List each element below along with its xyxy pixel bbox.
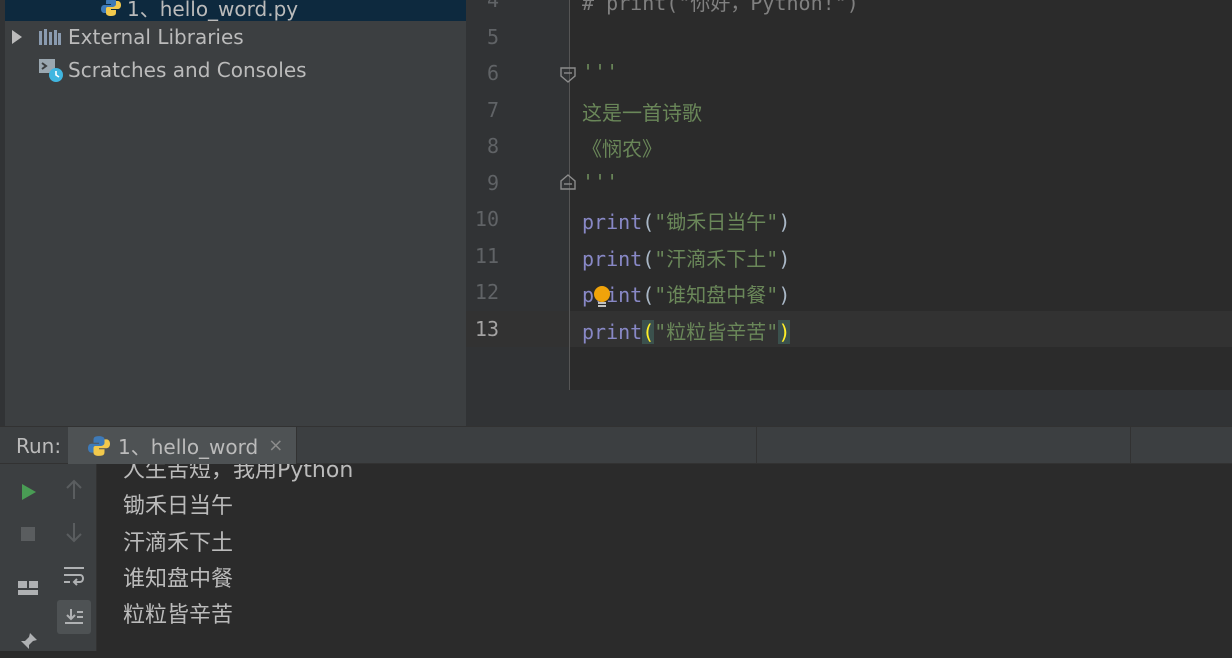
code-line[interactable]: 这是一首诗歌 bbox=[582, 97, 702, 126]
current-line-highlight bbox=[466, 311, 1232, 347]
tree-item-hello-word[interactable]: 1、hello_word.py bbox=[5, 0, 466, 21]
close-icon[interactable]: × bbox=[268, 435, 283, 456]
play-icon bbox=[22, 484, 36, 500]
run-tab-title: 1、hello_word bbox=[118, 435, 259, 459]
header-divider bbox=[1130, 427, 1131, 464]
console-output-line: 粒粒皆辛苦 bbox=[123, 603, 234, 629]
code-line[interactable]: print("谁知盘中餐") bbox=[582, 279, 790, 308]
arrow-down-icon bbox=[66, 523, 82, 543]
arrow-up-icon bbox=[66, 479, 82, 499]
code-line[interactable]: print("锄禾日当午") bbox=[582, 206, 790, 235]
code-line[interactable]: ''' bbox=[582, 60, 618, 84]
soft-wrap-button[interactable] bbox=[58, 559, 90, 591]
code-line[interactable]: print("汗滴禾下土") bbox=[582, 243, 790, 272]
layout-icon bbox=[18, 581, 38, 595]
tree-item-label: Scratches and Consoles bbox=[68, 58, 307, 82]
tree-item-label: External Libraries bbox=[68, 25, 244, 49]
line-number: 8 bbox=[486, 134, 499, 158]
code-token: "锄禾日当午" bbox=[654, 210, 779, 234]
python-icon bbox=[88, 435, 110, 457]
code-token: "谁知盘中餐" bbox=[654, 283, 779, 307]
line-number: 13 bbox=[474, 316, 499, 341]
header-divider bbox=[756, 427, 757, 464]
stop-button[interactable] bbox=[12, 518, 44, 550]
code-token: 《悯农》 bbox=[582, 137, 662, 161]
code-token: ''' bbox=[582, 169, 619, 194]
expand-arrow-icon[interactable] bbox=[12, 30, 22, 44]
project-panel: 1、hello_word.py External Libraries Scrat… bbox=[0, 0, 466, 426]
code-token: ) bbox=[778, 210, 791, 234]
code-token: ) bbox=[778, 246, 791, 271]
code-editor[interactable]: 4 5 6 7 8 9 10 11 12 13 # print("你好，Python!") ''' 这… bbox=[466, 0, 1232, 426]
fold-end-icon[interactable] bbox=[559, 173, 577, 191]
scroll-to-end-button[interactable] bbox=[57, 600, 91, 634]
soft-wrap-icon bbox=[64, 567, 84, 586]
header-divider bbox=[296, 427, 297, 464]
stop-icon bbox=[21, 527, 35, 541]
code-line[interactable]: # print("你好，Python!") bbox=[582, 0, 859, 16]
code-token: # print("你好，Python!") bbox=[582, 0, 859, 15]
library-icon bbox=[38, 27, 62, 47]
code-token: ( bbox=[642, 319, 655, 344]
console-output-line: 人生苦短，我用Python bbox=[123, 464, 354, 483]
line-number: 6 bbox=[486, 61, 499, 85]
fold-start-icon[interactable] bbox=[559, 66, 577, 84]
line-number: 7 bbox=[486, 97, 499, 122]
line-number: 4 bbox=[486, 0, 499, 12]
scroll-to-end-icon bbox=[65, 609, 83, 624]
code-token: "粒粒皆辛苦" bbox=[654, 319, 779, 344]
project-panel-edge bbox=[0, 0, 5, 426]
scroll-down-button[interactable] bbox=[58, 516, 90, 548]
scroll-up-button[interactable] bbox=[58, 474, 90, 506]
code-line[interactable]: print("粒粒皆辛苦") bbox=[582, 316, 791, 345]
tree-item-label: 1、hello_word.py bbox=[127, 0, 299, 21]
run-panel-label: Run: bbox=[16, 434, 62, 458]
scratches-icon bbox=[38, 57, 64, 83]
run-tab[interactable]: 1、hello_word × bbox=[68, 427, 296, 464]
tree-item-scratches[interactable]: Scratches and Consoles bbox=[38, 55, 307, 85]
intention-bulb-icon[interactable] bbox=[592, 285, 612, 315]
code-token: ) bbox=[778, 319, 791, 344]
code-token: ( bbox=[642, 210, 655, 234]
line-number: 9 bbox=[486, 170, 499, 195]
console-output-line: 汗滴禾下土 bbox=[123, 530, 234, 556]
run-panel-header: Run: 1、hello_word × bbox=[0, 426, 1232, 464]
code-token: 这是一首诗歌 bbox=[582, 100, 702, 125]
run-toolbar bbox=[0, 464, 97, 651]
line-number: 5 bbox=[486, 24, 499, 49]
code-token: print bbox=[582, 246, 643, 271]
layout-button[interactable] bbox=[12, 572, 44, 604]
python-file-icon bbox=[101, 0, 121, 22]
code-token: "汗滴禾下土" bbox=[654, 246, 779, 271]
console-output-line: 谁知盘中餐 bbox=[123, 566, 234, 592]
tree-item-external-libraries[interactable]: External Libraries bbox=[38, 22, 244, 52]
line-number: 10 bbox=[474, 207, 499, 231]
code-line[interactable]: 《悯农》 bbox=[582, 133, 662, 162]
code-token: ( bbox=[642, 283, 655, 307]
code-token: print bbox=[582, 319, 643, 344]
rerun-button[interactable] bbox=[12, 476, 44, 508]
code-token: print bbox=[582, 210, 643, 234]
code-token: ''' bbox=[582, 60, 619, 84]
pin-button[interactable] bbox=[12, 626, 44, 658]
editor-bottom-area bbox=[466, 390, 1232, 426]
line-number: 11 bbox=[474, 243, 499, 268]
console-output-line: 锄禾日当午 bbox=[123, 494, 234, 520]
console-output[interactable]: 人生苦短，我用Python 锄禾日当午汗滴禾下土谁知盘中餐粒粒皆辛苦 bbox=[97, 464, 1232, 651]
pin-icon bbox=[21, 633, 37, 649]
code-token: ) bbox=[778, 283, 791, 307]
code-token: ( bbox=[642, 246, 655, 271]
line-number: 12 bbox=[474, 280, 499, 304]
gutter-divider bbox=[569, 0, 570, 390]
code-line[interactable]: ''' bbox=[582, 170, 618, 194]
